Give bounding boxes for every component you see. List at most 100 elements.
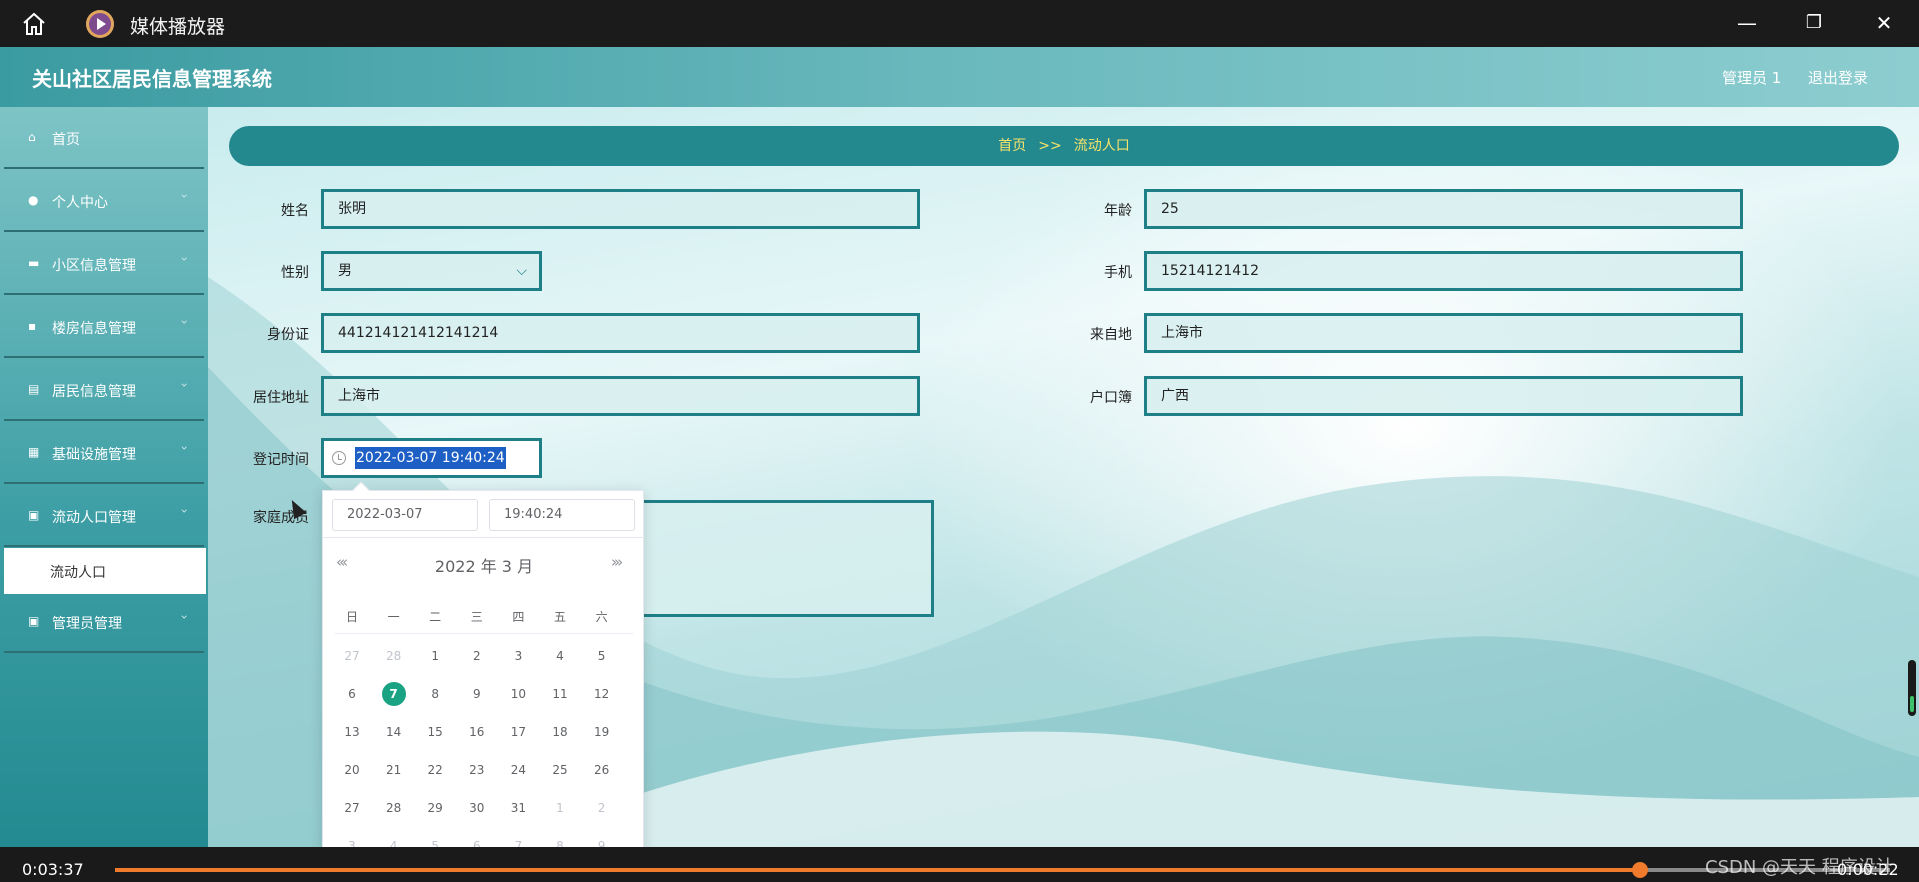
weekday-header: 日 [345, 610, 358, 624]
origin-label: 来自地 [1090, 327, 1132, 343]
hukou-field[interactable]: 广西 [1144, 376, 1743, 416]
sidebar-item-6[interactable]: ▣ 流动人口管理 › [4, 485, 204, 547]
sidebar-item-5[interactable]: ▦ 基础设施管理 › [4, 422, 204, 484]
scrollbar[interactable] [1908, 660, 1916, 716]
sidebar-item-label: 流动人口管理 [52, 510, 136, 526]
message-icon: ▬ [28, 256, 40, 270]
picker-date-input[interactable]: 2022-03-07 [332, 499, 478, 531]
weekday-header: 四 [512, 610, 525, 624]
sidebar-item-label: 居民信息管理 [52, 384, 136, 400]
calendar-day[interactable]: 16 [457, 720, 497, 744]
calendar-day[interactable]: 2 [457, 644, 497, 668]
sidebar-item-3[interactable]: ▪ 楼房信息管理 › [4, 296, 204, 358]
minimize-button[interactable]: — [1725, 8, 1769, 38]
sidebar-subitem-floating-population[interactable]: 流动人口 [4, 548, 206, 594]
breadcrumb-current: 流动人口 [1073, 138, 1130, 154]
close-button[interactable]: ✕ [1862, 8, 1906, 38]
weekday-header: 五 [553, 610, 566, 624]
calendar-day[interactable]: 17 [498, 720, 538, 744]
current-time: 0:03:37 [22, 860, 84, 879]
sidebar-item-4[interactable]: ▤ 居民信息管理 › [4, 359, 204, 421]
calendar-day[interactable]: 8 [415, 682, 455, 706]
age-field[interactable]: 25 [1144, 189, 1743, 229]
calendar-day[interactable]: 27 [332, 796, 372, 820]
scrollbar-thumb[interactable] [1910, 696, 1914, 712]
sidebar-item-label: 楼房信息管理 [52, 321, 136, 337]
edit-icon: ▪ [28, 319, 37, 333]
calendar-day[interactable]: 31 [498, 796, 538, 820]
sidebar-item-0[interactable]: ⌂ 首页 [4, 107, 204, 169]
calendar-day[interactable]: 27 [332, 644, 372, 668]
sidebar-item-label: 首页 [52, 132, 80, 148]
chevron-down-icon: › [177, 319, 192, 325]
sidebar-item-2[interactable]: ▬ 小区信息管理 › [4, 233, 204, 295]
sidebar-item-label: 基础设施管理 [52, 447, 136, 463]
player-controls: 0:03:37 CSDN @天天 程序设计 0:00:22 [0, 847, 1919, 882]
calendar-day[interactable]: 24 [498, 758, 538, 782]
picker-time-input[interactable]: 19:40:24 [489, 499, 635, 531]
calendar-day[interactable]: 2 [582, 796, 622, 820]
calendar-day[interactable]: 21 [374, 758, 414, 782]
next-month-year-button[interactable]: ›» [611, 553, 623, 571]
selected-day: 7 [381, 682, 406, 706]
picker-month-header[interactable]: 2022 年 3 月 [323, 553, 645, 577]
grid-icon: ▦ [28, 445, 40, 459]
calendar-day[interactable]: 25 [540, 758, 580, 782]
calendar-day[interactable]: 23 [457, 758, 497, 782]
sidebar-item-label: 小区信息管理 [52, 258, 136, 274]
home-icon[interactable] [20, 10, 48, 38]
calendar-day[interactable]: 1 [415, 644, 455, 668]
calendar-day[interactable]: 11 [540, 682, 580, 706]
calendar-day[interactable]: 3 [498, 644, 538, 668]
calendar-day[interactable]: 7 [374, 682, 414, 706]
sidebar-item-1[interactable]: ● 个人中心 › [4, 170, 204, 232]
calendar-day[interactable]: 28 [374, 644, 414, 668]
regtime-field[interactable]: 2022-03-07 19:40:24 [321, 438, 542, 478]
calendar-day[interactable]: 1 [540, 796, 580, 820]
address-field[interactable]: 上海市 [321, 376, 920, 416]
gender-select[interactable]: 男 ⌵ [321, 251, 542, 291]
calendar-day[interactable]: 12 [582, 682, 622, 706]
calendar-day[interactable]: 10 [498, 682, 538, 706]
play-icon [86, 10, 114, 38]
family-textarea[interactable] [598, 500, 934, 617]
address-label: 居住地址 [253, 390, 309, 406]
calendar-day[interactable]: 6 [332, 682, 372, 706]
calendar-day[interactable]: 19 [582, 720, 622, 744]
user-icon: ● [28, 193, 39, 207]
calendar-day[interactable]: 20 [332, 758, 372, 782]
calendar-day[interactable]: 9 [457, 682, 497, 706]
home-icon: ⌂ [28, 130, 36, 144]
id-card-field[interactable]: 441214121412141214 [321, 313, 920, 353]
gender-value: 男 [338, 263, 352, 279]
calendar-day[interactable]: 22 [415, 758, 455, 782]
weekday-header: 二 [429, 610, 442, 624]
calendar-day[interactable]: 15 [415, 720, 455, 744]
calendar-day[interactable]: 26 [582, 758, 622, 782]
progress-played[interactable] [115, 868, 1640, 872]
building-icon: ▤ [28, 382, 40, 396]
chevron-down-icon: ⌵ [516, 263, 527, 279]
calendar-day[interactable]: 28 [374, 796, 414, 820]
calendar-day[interactable]: 30 [457, 796, 497, 820]
calendar-day[interactable]: 5 [582, 644, 622, 668]
sidebar-item-7[interactable]: ▣ 管理员管理 › [4, 591, 204, 653]
hukou-label: 户口簿 [1090, 390, 1132, 406]
calendar-day[interactable]: 18 [540, 720, 580, 744]
admin-name[interactable]: 管理员 1 [1722, 67, 1781, 88]
phone-field[interactable]: 15214121412 [1144, 251, 1743, 291]
chevron-down-icon: › [177, 508, 192, 514]
origin-field[interactable]: 上海市 [1144, 313, 1743, 353]
maximize-button[interactable]: ❐ [1792, 8, 1836, 38]
name-field[interactable]: 张明 [321, 189, 920, 229]
breadcrumb-home[interactable]: 首页 [998, 138, 1026, 154]
sidebar-item-label: 个人中心 [52, 195, 108, 211]
logout-link[interactable]: 退出登录 [1808, 67, 1868, 88]
player-title: 媒体播放器 [130, 16, 226, 38]
seek-handle[interactable] [1632, 862, 1648, 878]
calendar-day[interactable]: 14 [374, 720, 414, 744]
chevron-down-icon: › [177, 614, 192, 620]
calendar-day[interactable]: 29 [415, 796, 455, 820]
calendar-day[interactable]: 13 [332, 720, 372, 744]
calendar-day[interactable]: 4 [540, 644, 580, 668]
